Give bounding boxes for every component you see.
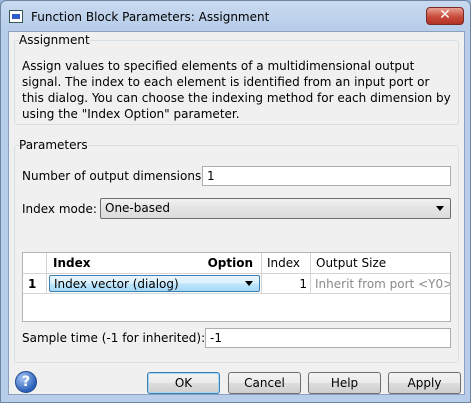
cancel-button[interactable]: Cancel [228,372,301,394]
title-bar[interactable]: Function Block Parameters: Assignment ✕ [1,1,470,31]
dialog-content: Assignment Assign values to specified el… [8,31,465,395]
table-corner-header [23,253,47,274]
parameters-group-title: Parameters [19,138,88,152]
chevron-down-icon [436,206,444,211]
index-mode-select[interactable]: One-based [100,198,451,219]
dialog-window: Function Block Parameters: Assignment ✕ … [0,0,471,403]
index-mode-value: One-based [105,201,170,215]
header-index-option-right: Option [207,256,253,270]
assignment-description: Assign values to specified elements of a… [22,59,451,121]
window-title: Function Block Parameters: Assignment [31,10,270,24]
apply-button[interactable]: Apply [388,372,461,394]
table-cell-output-size[interactable]: Inherit from port <Y0> [311,274,450,294]
close-button[interactable]: ✕ [426,7,464,25]
index-mode-label: Index mode: [22,202,97,216]
assignment-group-title: Assignment [19,33,90,47]
app-icon [9,10,23,23]
header-index-option[interactable]: Index Option [47,253,262,274]
sample-time-input[interactable]: -1 [205,328,451,348]
num-output-dims-label: Number of output dimensions: [22,169,206,183]
help-icon[interactable]: ? [15,371,37,393]
table-row-number: 1 [23,274,47,294]
header-index-option-left: Index [53,256,91,270]
close-icon: ✕ [439,7,451,23]
header-output-size[interactable]: Output Size [311,253,450,274]
sample-time-label: Sample time (-1 for inherited): [22,331,206,345]
num-output-dims-input[interactable]: 1 [202,166,451,186]
index-table: Index Option Index Output Size 1 Index v… [22,252,451,322]
table-cell-index-option[interactable]: Index vector (dialog) [47,274,262,294]
index-option-value: Index vector (dialog) [54,277,179,291]
index-option-select[interactable]: Index vector (dialog) [49,275,260,292]
header-index[interactable]: Index [262,253,311,274]
help-button[interactable]: Help [308,372,381,394]
table-cell-index[interactable]: 1 [262,274,311,294]
chevron-down-icon [245,281,253,286]
ok-button[interactable]: OK [147,372,220,394]
